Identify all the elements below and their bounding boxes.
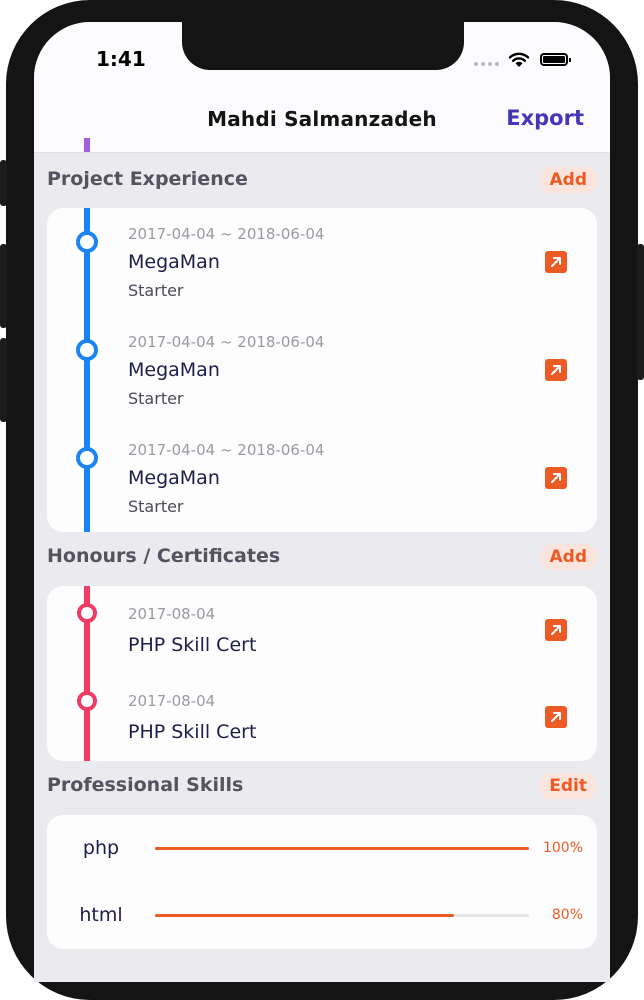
- skill-percent: 100%: [542, 840, 583, 856]
- external-link-icon[interactable]: [545, 619, 567, 641]
- skill-name: html: [79, 904, 123, 926]
- add-honour-button[interactable]: Add: [539, 544, 597, 570]
- item-title: PHP Skill Cert: [128, 634, 257, 656]
- previous-section-card: [47, 138, 597, 152]
- external-link-icon[interactable]: [545, 359, 567, 381]
- project-experience-card: 2017-04-04 ~ 2018-06-04 MegaMan Starter …: [47, 208, 597, 532]
- screen: 1:41 Mahdi Salmanzadeh Export Project Ex…: [34, 22, 610, 982]
- item-role: Starter: [128, 389, 184, 408]
- volume-up-button: [0, 244, 7, 328]
- timeline-dot: [76, 339, 98, 361]
- skill-percent: 80%: [551, 907, 583, 923]
- volume-down-button: [0, 338, 7, 422]
- item-role: Starter: [128, 281, 184, 300]
- item-date: 2017-08-04: [128, 692, 216, 710]
- battery-icon: [540, 53, 571, 66]
- cellular-signal-icon: [474, 62, 499, 66]
- item-role: Starter: [128, 497, 184, 516]
- export-button[interactable]: Export: [506, 106, 584, 130]
- skill-progress-fill: [155, 847, 529, 850]
- skill-progress-bar: [155, 914, 529, 917]
- section-title: Professional Skills: [47, 774, 244, 796]
- item-date: 2017-04-04 ~ 2018-06-04: [128, 225, 325, 243]
- item-date: 2017-08-04: [128, 605, 216, 623]
- skills-card: php 100% html 80%: [47, 815, 597, 949]
- project-experience-header: Project Experience Add: [47, 167, 597, 196]
- skill-name: php: [82, 837, 120, 859]
- notch: [182, 22, 464, 70]
- item-date: 2017-04-04 ~ 2018-06-04: [128, 333, 325, 351]
- external-link-icon[interactable]: [545, 251, 567, 273]
- wifi-icon: [508, 52, 530, 67]
- add-project-button[interactable]: Add: [539, 167, 597, 193]
- timeline-dot: [77, 691, 97, 711]
- section-title: Project Experience: [47, 168, 248, 190]
- item-title: MegaMan: [128, 251, 220, 273]
- timeline-dot: [76, 231, 98, 253]
- skills-header: Professional Skills Edit: [47, 773, 597, 802]
- item-title: MegaMan: [128, 467, 220, 489]
- skill-progress-fill: [155, 914, 455, 917]
- skill-progress-bar: [155, 847, 529, 850]
- section-title: Honours / Certificates: [47, 545, 281, 567]
- item-title: MegaMan: [128, 359, 220, 381]
- item-title: PHP Skill Cert: [128, 721, 257, 743]
- edit-skills-button[interactable]: Edit: [539, 773, 597, 799]
- honours-card: 2017-08-04 PHP Skill Cert 2017-08-04 PHP…: [47, 586, 597, 761]
- external-link-icon[interactable]: [545, 467, 567, 489]
- timeline-line: [84, 138, 90, 152]
- timeline-dot: [76, 447, 98, 469]
- power-button: [637, 244, 644, 380]
- mute-switch: [0, 160, 7, 206]
- honours-header: Honours / Certificates Add: [47, 544, 597, 573]
- timeline-line: [84, 208, 90, 532]
- status-time: 1:41: [96, 47, 146, 71]
- timeline-dot: [77, 603, 97, 623]
- item-date: 2017-04-04 ~ 2018-06-04: [128, 441, 325, 459]
- external-link-icon[interactable]: [545, 706, 567, 728]
